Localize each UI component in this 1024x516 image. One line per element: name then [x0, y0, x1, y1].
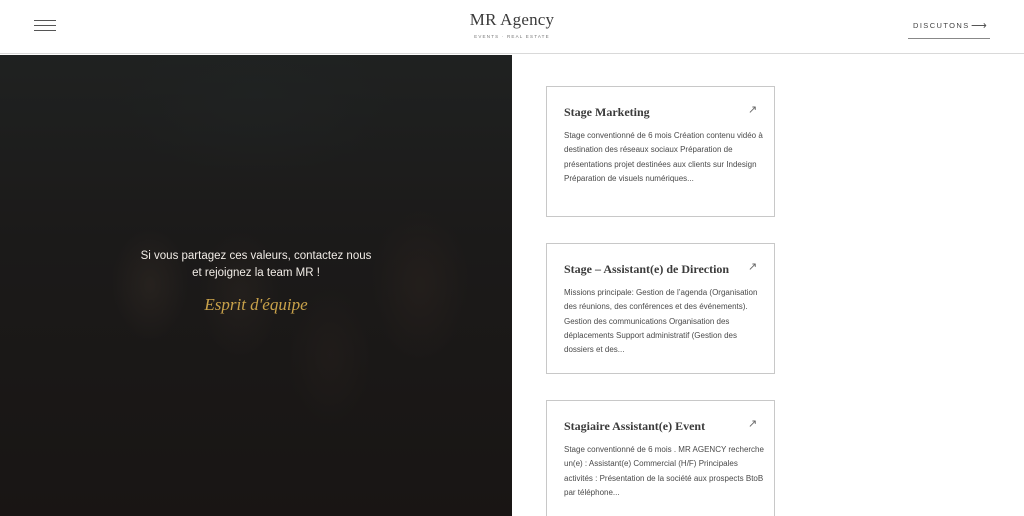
menu-line: [34, 25, 56, 26]
discutons-button[interactable]: DISCUTONS ⟶: [908, 19, 990, 39]
arrow-up-right-icon[interactable]: ↗: [748, 418, 757, 430]
job-description: Stage conventionné de 6 mois Création co…: [564, 131, 763, 183]
arrow-right-icon: ⟶: [971, 20, 987, 32]
hamburger-menu-icon[interactable]: [34, 20, 56, 32]
brand-logo[interactable]: MR Agency EVENTS · REAL ESTATE: [412, 10, 612, 39]
job-card-assistant-direction[interactable]: Stage – Assistant(e) de Direction ↗ Miss…: [546, 243, 775, 374]
arrow-up-right-icon[interactable]: ↗: [748, 104, 757, 116]
hero-text: Si vous partagez ces valeurs, contactez …: [140, 250, 372, 279]
brand-tagline: EVENTS · REAL ESTATE: [474, 34, 550, 39]
job-description: Stage conventionné de 6 mois . MR AGENCY…: [564, 445, 764, 497]
menu-line: [34, 20, 56, 21]
job-description: Missions principale: Gestion de l’agenda…: [564, 288, 758, 355]
job-title: Stage – Assistant(e) de Direction: [564, 262, 730, 276]
site-header: MR Agency EVENTS · REAL ESTATE DISCUTONS…: [0, 0, 1024, 54]
discutons-label: DISCUTONS: [913, 21, 970, 30]
job-card-assistant-event[interactable]: Stagiaire Assistant(e) Event ↗ Stage con…: [546, 400, 775, 516]
job-title: Stagiaire Assistant(e) Event: [564, 419, 706, 433]
hero-overlay: [0, 55, 512, 516]
brand-name: MR Agency: [469, 10, 555, 29]
arrow-up-right-icon[interactable]: ↗: [748, 261, 757, 273]
job-title: Stage Marketing: [564, 105, 650, 119]
menu-line: [34, 30, 56, 31]
hero-image-panel: Si vous partagez ces valeurs, contactez …: [0, 55, 512, 516]
job-card-stage-marketing[interactable]: Stage Marketing ↗ Stage conventionné de …: [546, 86, 775, 217]
hero-accent-heading: Esprit d'équipe: [204, 295, 308, 314]
